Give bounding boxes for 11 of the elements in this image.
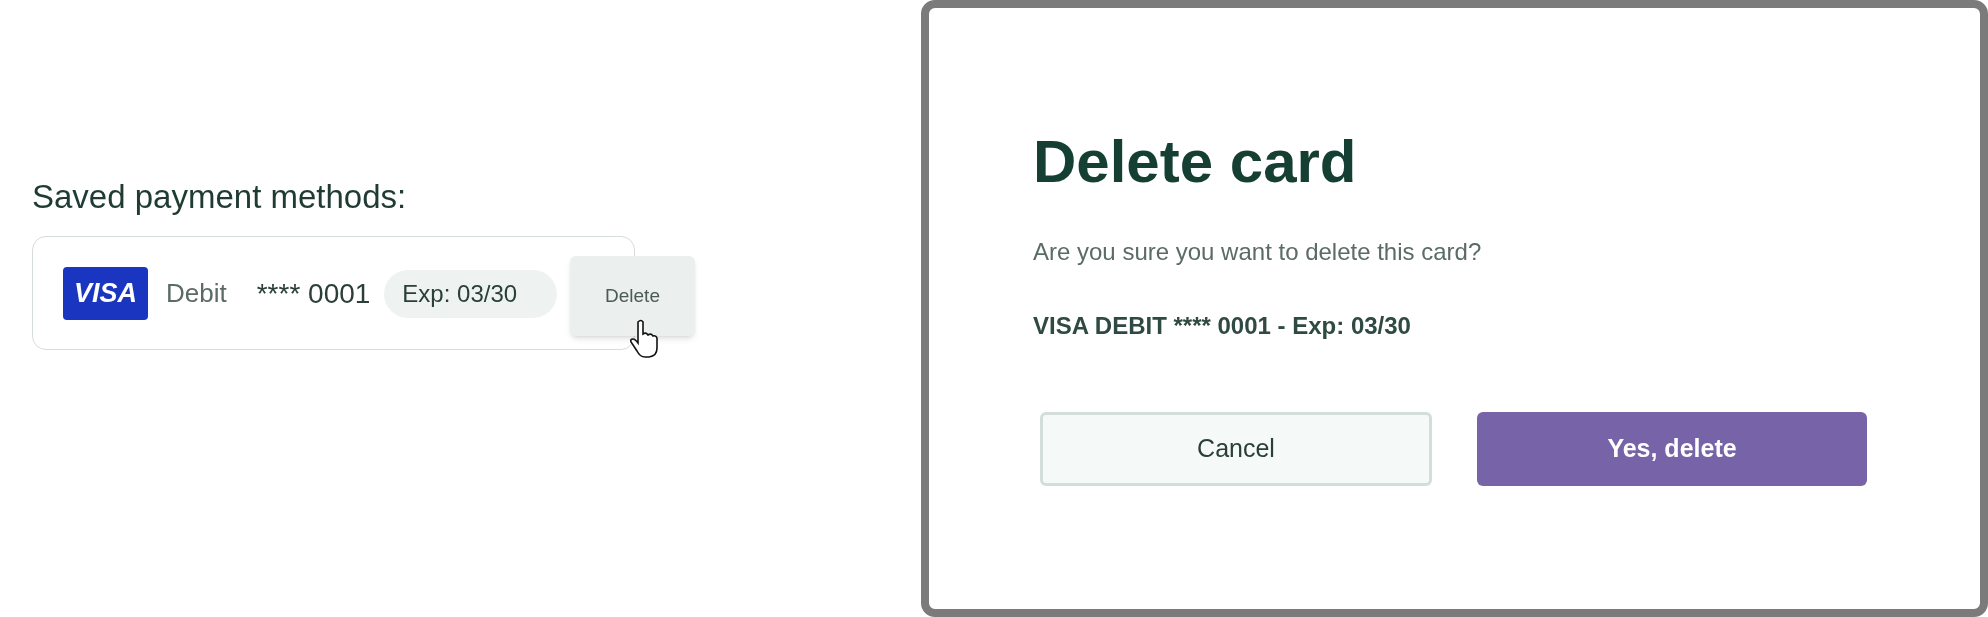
expiry-badge: Exp: 03/30 <box>384 269 558 318</box>
dialog-title: Delete card <box>1033 127 1358 197</box>
section-heading: Saved payment methods: <box>32 177 408 217</box>
card-type: Debit <box>166 277 227 310</box>
delete-button[interactable]: Delete <box>570 256 695 336</box>
confirm-button[interactable]: Yes, delete <box>1477 412 1867 486</box>
card-summary: VISA DEBIT **** 0001 - Exp: 03/30 <box>1033 311 1412 341</box>
dialog-message: Are you sure you want to delete this card? <box>1033 237 1483 267</box>
visa-logo: VISA <box>63 267 148 320</box>
card-number: **** 0001 <box>256 276 371 311</box>
cancel-button[interactable]: Cancel <box>1040 412 1432 486</box>
